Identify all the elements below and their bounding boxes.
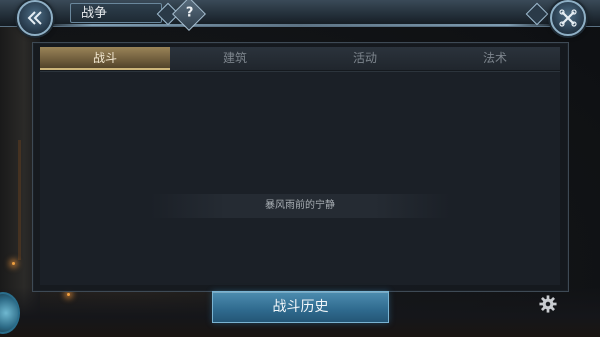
help-label: ? xyxy=(185,5,194,21)
war-panel: 战斗 建筑 活动 法术 暴风雨前的宁静 xyxy=(32,42,569,292)
gear-icon[interactable] xyxy=(539,295,557,313)
tab-building[interactable]: 建筑 xyxy=(170,47,300,70)
page-title: 战争 xyxy=(70,3,162,23)
torch-light xyxy=(12,262,15,265)
battle-history-button[interactable]: 战斗历史 xyxy=(212,291,389,323)
back-button[interactable] xyxy=(17,0,53,36)
double-chevron-left-icon xyxy=(27,11,42,25)
empty-state-message: 暴风雨前的宁静 xyxy=(150,194,450,218)
tab-battle[interactable]: 战斗 xyxy=(40,47,170,70)
top-bar-trim xyxy=(40,24,560,26)
tab-event[interactable]: 活动 xyxy=(300,47,430,70)
background-streak xyxy=(18,140,21,260)
tab-bar: 战斗 建筑 活动 法术 xyxy=(40,47,560,70)
close-button[interactable] xyxy=(550,0,586,36)
tab-spell[interactable]: 法术 xyxy=(430,47,560,70)
torch-light xyxy=(67,293,70,296)
tab-content: 暴风雨前的宁静 xyxy=(40,71,560,285)
crossed-swords-close-icon xyxy=(559,9,577,27)
